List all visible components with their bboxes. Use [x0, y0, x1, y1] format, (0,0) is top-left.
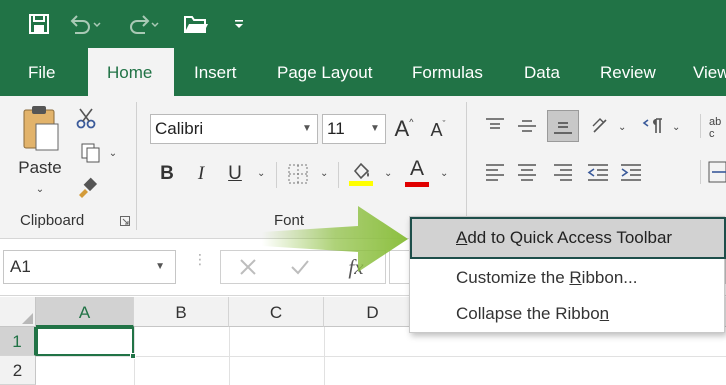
fill-handle[interactable] — [130, 353, 136, 359]
undo-icon[interactable] — [66, 12, 102, 36]
align-left-icon[interactable] — [482, 160, 508, 184]
font-name-value: Calibri — [155, 119, 204, 138]
tab-formulas[interactable]: Formulas — [393, 48, 502, 96]
column-header-c[interactable]: C — [229, 297, 324, 327]
underline-dropdown-arrow[interactable]: ⌄ — [257, 168, 265, 179]
wrap-text-icon[interactable]: ab c — [708, 112, 726, 142]
copy-icon[interactable]: ⌄ — [74, 140, 122, 166]
ribbon-tabs: File Home Insert Page Layout Formulas Da… — [0, 48, 726, 96]
font-name-dropdown-arrow[interactable]: ▼ — [300, 115, 314, 143]
group-separator — [136, 102, 137, 230]
alignment-separator-2 — [700, 160, 701, 184]
menu-item-collapse-the-ribbon[interactable]: Collapse the Ribbon — [410, 297, 726, 331]
select-all-corner[interactable] — [0, 297, 36, 327]
active-cell-a1[interactable] — [36, 327, 134, 356]
paste-button[interactable]: Paste ⌄ — [14, 104, 66, 212]
rtl-dropdown-arrow[interactable]: ⌄ — [672, 122, 680, 133]
decrease-indent-icon[interactable] — [585, 160, 611, 184]
pointer-arrow — [262, 206, 408, 272]
cut-icon[interactable] — [74, 106, 98, 130]
save-icon[interactable] — [27, 12, 51, 36]
align-bottom-icon[interactable] — [547, 110, 579, 142]
copy-dropdown-arrow: ⌄ — [108, 147, 118, 159]
alignment-separator — [700, 114, 701, 138]
orientation-dropdown-arrow[interactable]: ⌄ — [618, 122, 626, 133]
column-header-d[interactable]: D — [324, 297, 422, 327]
fill-color-dropdown-arrow[interactable]: ⌄ — [384, 168, 392, 179]
column-header-a[interactable]: A — [36, 297, 134, 327]
font-size-dropdown-arrow[interactable]: ▼ — [368, 115, 382, 143]
font-row-separator — [276, 162, 277, 188]
align-top-icon[interactable] — [482, 114, 508, 138]
align-right-icon[interactable] — [550, 160, 576, 184]
clipboard-dialog-launcher-icon[interactable] — [119, 215, 131, 227]
tab-view[interactable]: View — [674, 48, 726, 96]
formula-bar-divider-icon[interactable]: ⋮ — [193, 252, 207, 278]
font-color-button[interactable]: A — [404, 156, 430, 188]
menu-item-customize-the-ribbon[interactable]: Customize the Ribbon... — [410, 261, 726, 295]
increase-font-size-button[interactable]: A ^ — [392, 116, 416, 142]
orientation-icon[interactable] — [588, 114, 614, 138]
name-box-dropdown-arrow[interactable]: ▼ — [155, 251, 165, 283]
clipboard-group-label: Clipboard — [20, 212, 85, 229]
fill-color-icon[interactable] — [348, 158, 374, 188]
tab-home[interactable]: Home — [88, 48, 174, 96]
ribbon-context-menu: Add to Quick Access Toolbar Customize th… — [409, 216, 726, 333]
decrease-caret-icon: ˇ — [442, 119, 446, 129]
gridline-row-1 — [36, 356, 726, 357]
column-header-b[interactable]: B — [134, 297, 229, 327]
paste-label: Paste — [18, 158, 62, 177]
rtl-paragraph-icon[interactable] — [640, 114, 668, 138]
font-name-combo[interactable]: Calibri ▼ — [150, 114, 318, 144]
open-folder-icon[interactable] — [183, 12, 209, 36]
italic-button[interactable]: I — [189, 160, 213, 188]
svg-text:ab: ab — [709, 116, 721, 128]
tab-file[interactable]: File — [9, 48, 74, 96]
gridline-col-b — [229, 327, 230, 385]
tab-page-layout[interactable]: Page Layout — [258, 48, 391, 96]
redo-icon[interactable] — [124, 12, 160, 36]
menu-item-add-to-quick-access-toolbar[interactable]: Add to Quick Access Toolbar — [410, 217, 726, 259]
tab-insert[interactable]: Insert — [175, 48, 256, 96]
row-header-2[interactable]: 2 — [0, 356, 36, 385]
increase-indent-icon[interactable] — [618, 160, 644, 184]
align-center-icon[interactable] — [514, 160, 540, 184]
tab-data[interactable]: Data — [505, 48, 579, 96]
bold-button[interactable]: B — [155, 160, 179, 188]
name-box-value: A1 — [10, 257, 31, 276]
gridline-col-c — [324, 327, 325, 385]
font-size-value: 11 — [327, 119, 345, 138]
name-box[interactable]: A1 ▼ — [3, 250, 176, 284]
increase-caret-icon: ^ — [409, 117, 414, 127]
font-size-combo[interactable]: 11 ▼ — [322, 114, 386, 144]
cancel-icon[interactable] — [235, 255, 261, 279]
group-separator-2 — [466, 102, 467, 230]
customize-qat-icon[interactable] — [233, 12, 245, 36]
tab-review[interactable]: Review — [581, 48, 675, 96]
underline-button[interactable]: U — [222, 160, 248, 188]
borders-dropdown-arrow[interactable]: ⌄ — [320, 168, 328, 179]
decrease-font-size-button[interactable]: Aˇ — [426, 118, 450, 142]
format-painter-icon[interactable] — [74, 174, 100, 200]
paste-icon — [23, 106, 59, 151]
quick-access-toolbar — [0, 0, 726, 48]
fill-color-bar — [349, 180, 373, 186]
merge-center-icon[interactable] — [708, 158, 726, 186]
row-header-1[interactable]: 1 — [0, 327, 36, 356]
align-middle-icon[interactable] — [514, 114, 540, 138]
font-color-dropdown-arrow[interactable]: ⌄ — [440, 168, 448, 179]
svg-text:c: c — [709, 128, 715, 140]
font-color-bar — [405, 181, 429, 187]
paste-dropdown-arrow: ⌄ — [35, 184, 45, 195]
borders-icon[interactable] — [286, 162, 310, 186]
font-row-separator-2 — [338, 162, 339, 188]
